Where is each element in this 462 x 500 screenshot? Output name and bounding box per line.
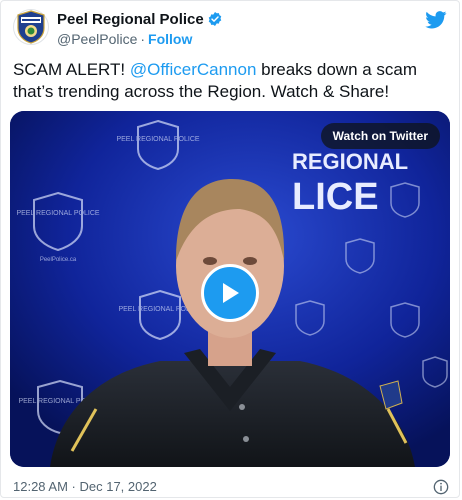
timestamp[interactable]: 12:28 AM · Dec 17, 2022 bbox=[13, 479, 157, 494]
info-icon[interactable] bbox=[433, 479, 449, 495]
play-button[interactable] bbox=[201, 264, 259, 322]
author-names: Peel Regional Police @PeelPolice · Follow bbox=[57, 11, 223, 48]
tweet-header: Peel Regional Police @PeelPolice · Follow bbox=[13, 9, 447, 49]
author-display-name[interactable]: Peel Regional Police bbox=[57, 11, 204, 29]
tweet-card: Peel Regional Police @PeelPolice · Follow … bbox=[0, 0, 460, 498]
separator-dot: · bbox=[140, 31, 146, 47]
follow-button[interactable]: Follow bbox=[148, 31, 192, 47]
play-icon bbox=[223, 283, 239, 303]
badge-url: PeelPolice.ca bbox=[40, 257, 77, 263]
author-handle[interactable]: @PeelPolice bbox=[57, 31, 137, 47]
tweet-footer: 12:28 AM · Dec 17, 2022 bbox=[13, 479, 449, 497]
backdrop-text-police: LICE bbox=[292, 176, 379, 218]
avatar[interactable] bbox=[13, 9, 49, 45]
video-player[interactable]: PEEL REGIONAL POLICE PEEL REGIONAL POLIC… bbox=[10, 111, 450, 467]
twitter-bird-icon[interactable] bbox=[425, 11, 447, 29]
badge-label: PEEL REGIONAL POLICE bbox=[16, 210, 99, 217]
watch-on-twitter-button[interactable]: Watch on Twitter bbox=[320, 123, 440, 149]
verified-badge-icon bbox=[208, 12, 221, 26]
tweet-text: SCAM ALERT! @OfficerCannon breaks down a… bbox=[13, 59, 453, 103]
tweet-text-start: SCAM ALERT! bbox=[13, 60, 130, 79]
police-badge-icon bbox=[17, 10, 45, 44]
mention-link[interactable]: @OfficerCannon bbox=[130, 60, 257, 79]
badge-label: PEEL REGIONAL POLICE bbox=[116, 136, 199, 143]
backdrop-text-regional: REGIONAL bbox=[292, 149, 408, 174]
